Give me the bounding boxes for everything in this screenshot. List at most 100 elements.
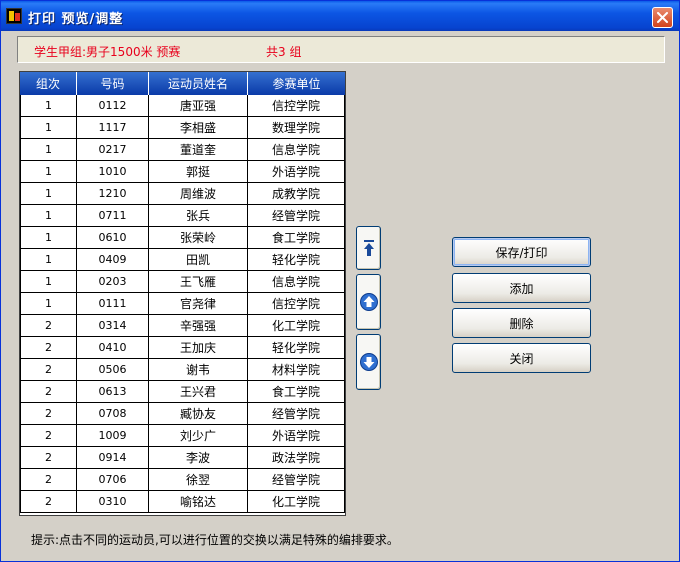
cell-unit[interactable]: 经管学院 [248,403,345,425]
cell-unit[interactable]: 数理学院 [248,117,345,139]
cell-number[interactable]: 0708 [77,403,149,425]
cell-number[interactable]: 0409 [77,249,149,271]
cell-athlete-name[interactable]: 臧协友 [149,403,248,425]
cell-unit[interactable]: 信息学院 [248,139,345,161]
cell-unit[interactable]: 外语学院 [248,161,345,183]
cell-group[interactable]: 2 [20,447,77,469]
cell-unit[interactable]: 化工学院 [248,491,345,513]
cell-unit[interactable]: 食工学院 [248,227,345,249]
cell-number[interactable]: 0711 [77,205,149,227]
cell-number[interactable]: 0314 [77,315,149,337]
cell-number[interactable]: 0111 [77,293,149,315]
table-row[interactable]: 1 0217 董道奎 信息学院 [20,139,345,161]
cell-number[interactable]: 1210 [77,183,149,205]
cell-unit[interactable]: 成教学院 [248,183,345,205]
cell-group[interactable]: 2 [20,359,77,381]
table-row[interactable]: 2 0506 谢韦 材料学院 [20,359,345,381]
table-row[interactable]: 1 0203 王飞雁 信息学院 [20,271,345,293]
cell-athlete-name[interactable]: 董道奎 [149,139,248,161]
delete-button[interactable]: 删除 [452,308,591,338]
cell-unit[interactable]: 政法学院 [248,447,345,469]
cell-unit[interactable]: 信息学院 [248,271,345,293]
cell-group[interactable]: 1 [20,161,77,183]
table-row[interactable]: 1 1117 李相盛 数理学院 [20,117,345,139]
cell-number[interactable]: 0203 [77,271,149,293]
header-group[interactable]: 组次 [20,72,77,95]
cell-number[interactable]: 0310 [77,491,149,513]
cell-athlete-name[interactable]: 王兴君 [149,381,248,403]
cell-group[interactable]: 2 [20,491,77,513]
cell-unit[interactable]: 轻化学院 [248,337,345,359]
cell-number[interactable]: 1009 [77,425,149,447]
cell-unit[interactable]: 信控学院 [248,95,345,117]
cell-group[interactable]: 1 [20,139,77,161]
table-row[interactable]: 2 0914 李波 政法学院 [20,447,345,469]
table-row[interactable]: 1 0610 张荣岭 食工学院 [20,227,345,249]
cell-athlete-name[interactable]: 刘少广 [149,425,248,447]
table-row[interactable]: 1 0112 唐亚强 信控学院 [20,95,345,117]
cell-group[interactable]: 1 [20,249,77,271]
cell-group[interactable]: 1 [20,227,77,249]
cell-number[interactable]: 0217 [77,139,149,161]
cell-group[interactable]: 2 [20,315,77,337]
cell-athlete-name[interactable]: 官尧律 [149,293,248,315]
cell-number[interactable]: 0506 [77,359,149,381]
header-athlete-name[interactable]: 运动员姓名 [149,72,248,95]
cell-number[interactable]: 0914 [77,447,149,469]
save-print-button[interactable]: 保存/打印 [452,237,591,267]
title-bar[interactable]: 打印 预览/调整 [1,1,679,31]
cell-number[interactable]: 1010 [77,161,149,183]
cell-athlete-name[interactable]: 李相盛 [149,117,248,139]
cell-athlete-name[interactable]: 王加庆 [149,337,248,359]
cell-group[interactable]: 2 [20,381,77,403]
cell-group[interactable]: 1 [20,183,77,205]
cell-athlete-name[interactable]: 唐亚强 [149,95,248,117]
cell-athlete-name[interactable]: 辛强强 [149,315,248,337]
header-unit[interactable]: 参赛单位 [248,72,345,95]
table-row[interactable]: 2 0613 王兴君 食工学院 [20,381,345,403]
cell-athlete-name[interactable]: 周维波 [149,183,248,205]
cell-group[interactable]: 2 [20,337,77,359]
cell-athlete-name[interactable]: 田凯 [149,249,248,271]
cell-group[interactable]: 1 [20,95,77,117]
table-row[interactable]: 2 0314 辛强强 化工学院 [20,315,345,337]
cell-number[interactable]: 1117 [77,117,149,139]
move-to-top-button[interactable] [356,226,381,270]
table-row[interactable]: 1 0711 张兵 经管学院 [20,205,345,227]
cell-unit[interactable]: 食工学院 [248,381,345,403]
table-row[interactable]: 2 0706 徐翌 经管学院 [20,469,345,491]
cell-group[interactable]: 2 [20,469,77,491]
table-row[interactable]: 2 0310 喻铭达 化工学院 [20,491,345,513]
move-down-button[interactable] [356,334,381,390]
cell-number[interactable]: 0613 [77,381,149,403]
cell-unit[interactable]: 材料学院 [248,359,345,381]
cell-group[interactable]: 1 [20,205,77,227]
cell-athlete-name[interactable]: 王飞雁 [149,271,248,293]
cell-athlete-name[interactable]: 郭挺 [149,161,248,183]
cell-unit[interactable]: 外语学院 [248,425,345,447]
header-number[interactable]: 号码 [77,72,149,95]
cell-unit[interactable]: 经管学院 [248,205,345,227]
cell-athlete-name[interactable]: 张荣岭 [149,227,248,249]
move-up-button[interactable] [356,274,381,330]
cell-number[interactable]: 0706 [77,469,149,491]
table-row[interactable]: 2 1009 刘少广 外语学院 [20,425,345,447]
cell-group[interactable]: 2 [20,425,77,447]
cell-number[interactable]: 0410 [77,337,149,359]
close-button[interactable]: 关闭 [452,343,591,373]
cell-group[interactable]: 1 [20,271,77,293]
cell-unit[interactable]: 信控学院 [248,293,345,315]
cell-number[interactable]: 0112 [77,95,149,117]
cell-group[interactable]: 2 [20,403,77,425]
cell-group[interactable]: 1 [20,293,77,315]
table-row[interactable]: 1 0409 田凯 轻化学院 [20,249,345,271]
window-close-button[interactable] [652,7,673,28]
table-row[interactable]: 1 1210 周维波 成教学院 [20,183,345,205]
cell-group[interactable]: 1 [20,117,77,139]
cell-athlete-name[interactable]: 喻铭达 [149,491,248,513]
add-button[interactable]: 添加 [452,273,591,303]
cell-unit[interactable]: 化工学院 [248,315,345,337]
cell-athlete-name[interactable]: 张兵 [149,205,248,227]
cell-number[interactable]: 0610 [77,227,149,249]
table-row[interactable]: 1 1010 郭挺 外语学院 [20,161,345,183]
